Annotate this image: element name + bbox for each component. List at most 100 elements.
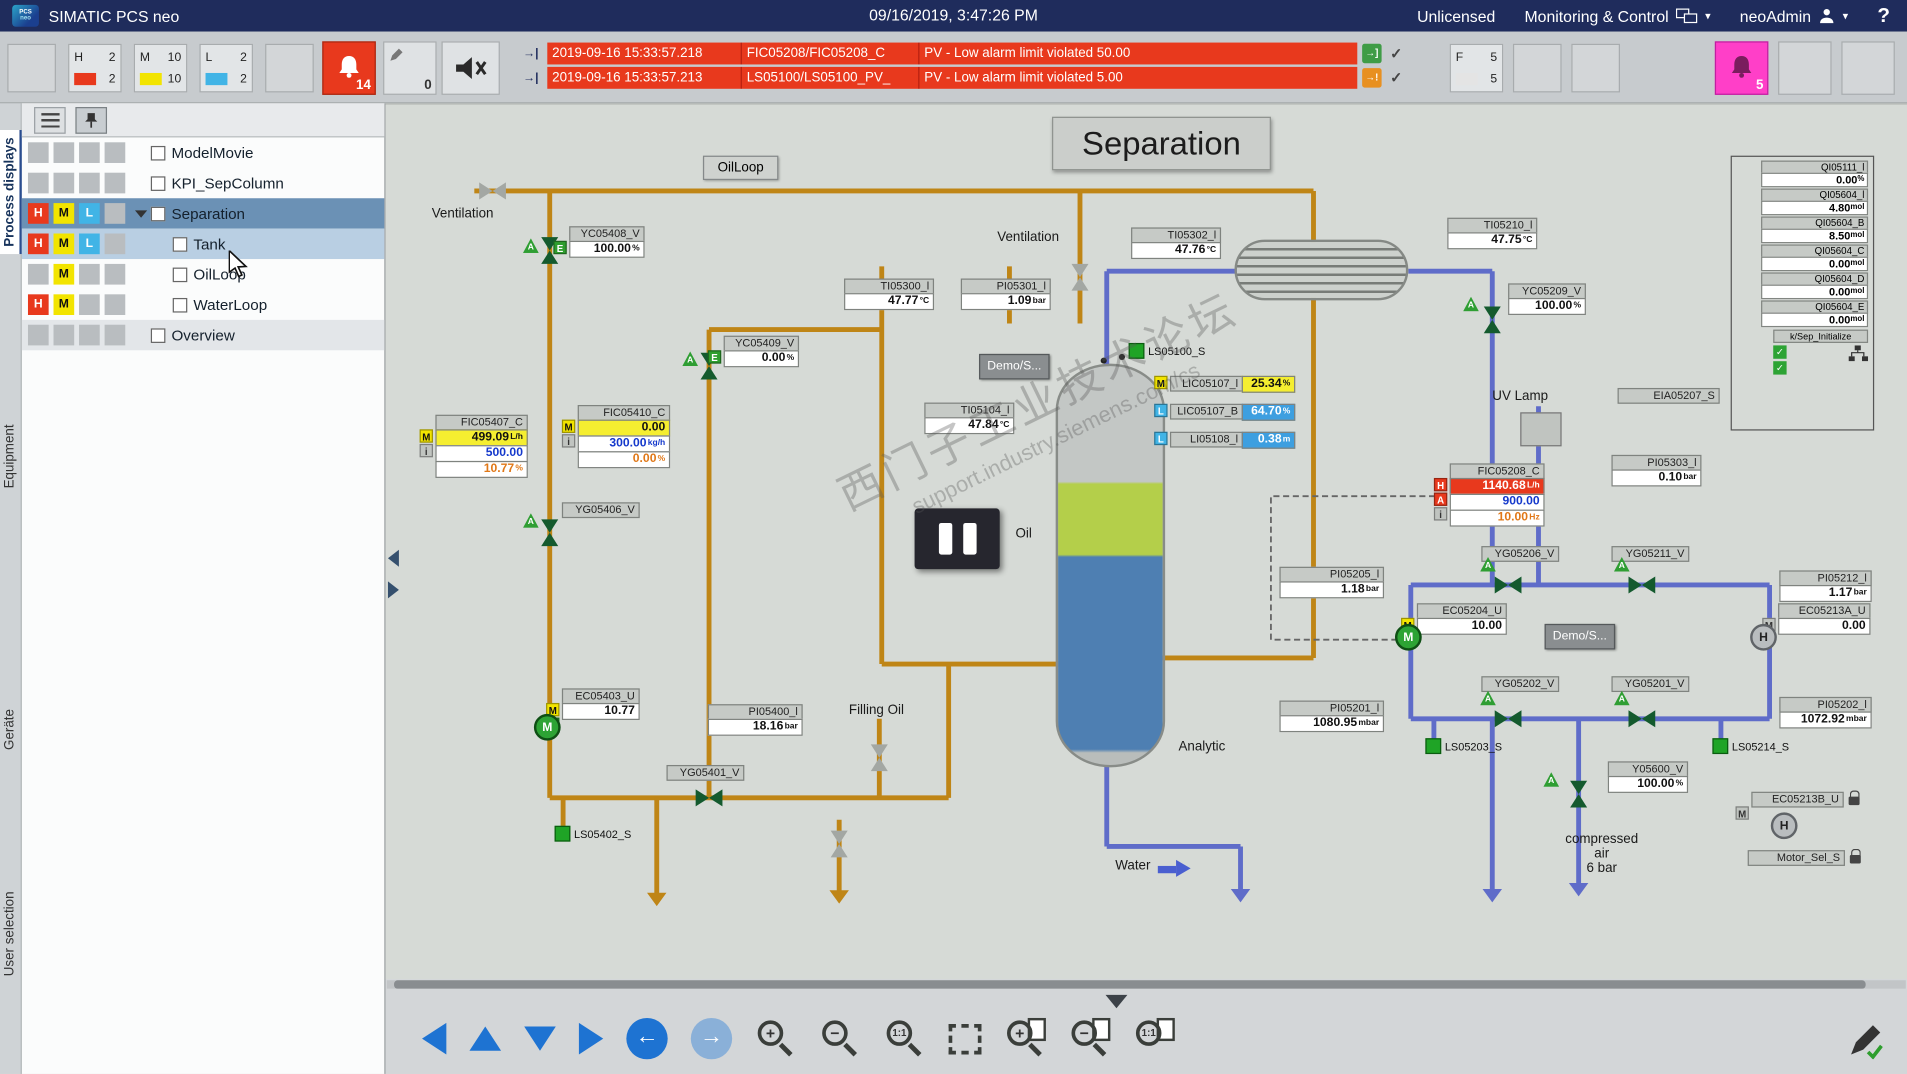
user-menu[interactable]: neoAdmin ▾ bbox=[1740, 7, 1848, 25]
help-button[interactable]: ? bbox=[1877, 4, 1890, 28]
instrument-yc05209_v[interactable]: YC05209_V 100.00% bbox=[1508, 283, 1586, 315]
process-display-canvas[interactable]: Separation OilLoop QI05111_l 0.00% QI05604… bbox=[385, 103, 1907, 980]
instrument-motor_sel_s[interactable]: Motor_Sel_S bbox=[1747, 848, 1861, 866]
separation-column-vessel[interactable] bbox=[1055, 363, 1166, 768]
display-checkbox[interactable] bbox=[150, 145, 166, 160]
instrument-yg05202_v[interactable]: YG05202_V bbox=[1481, 676, 1560, 693]
instrument-ec05213b_u[interactable]: M EC05213B_U bbox=[1735, 790, 1860, 820]
nav-left-button[interactable] bbox=[422, 1022, 447, 1055]
expand-tree-button[interactable] bbox=[387, 581, 399, 599]
zoom-selection-original-button[interactable]: 1:1 bbox=[1133, 1017, 1175, 1059]
mute-alarms-button[interactable] bbox=[441, 41, 500, 95]
tree-item-separation[interactable]: H M L Separation bbox=[21, 198, 385, 229]
valve-y05600[interactable] bbox=[1565, 780, 1592, 808]
valve-yg05401[interactable] bbox=[695, 784, 723, 811]
switch-ls05203_s[interactable]: LS05203_S bbox=[1425, 738, 1502, 755]
instrument-yc05409_v[interactable]: E YC05409_V 0.00% bbox=[707, 335, 800, 368]
pen-check-icon[interactable] bbox=[1846, 1023, 1883, 1066]
valve-yg05202[interactable] bbox=[1494, 705, 1522, 732]
instrument-ec05213a_u[interactable]: MEC05213A_U0.00 bbox=[1762, 603, 1871, 635]
horizontal-scrollbar[interactable] bbox=[386, 980, 1906, 989]
zoom-selection-out-button[interactable]: − bbox=[1069, 1017, 1111, 1059]
alarm-counter-f[interactable]: F55 bbox=[1449, 43, 1504, 93]
instrument-fic05407_c[interactable]: Mi FIC05407_C 499.09L/h 500.00 10.77% bbox=[419, 414, 528, 478]
instrument-pi05205_l[interactable]: PI05205_l 1.18bar bbox=[1279, 566, 1385, 599]
tree-item-tank[interactable]: H M L Tank bbox=[21, 228, 385, 260]
instrument-fic05208_c[interactable]: H Ai FIC05208_C 1140.68L/h 900.00 10.00Hz bbox=[1433, 463, 1545, 527]
valve-yg05406[interactable] bbox=[536, 519, 563, 547]
instrument-ti05210_l[interactable]: TI05210_l 47.75°C bbox=[1447, 217, 1538, 250]
display-checkbox[interactable] bbox=[172, 236, 188, 252]
filling-valve-1[interactable] bbox=[866, 744, 893, 772]
instrument-yc05408_v[interactable]: E YC05408_V 100.00% bbox=[553, 226, 645, 258]
ventilation-valve-1[interactable] bbox=[479, 178, 506, 205]
zoom-selection-in-button[interactable]: + bbox=[1005, 1017, 1046, 1059]
zoom-original-button[interactable]: 1:1 bbox=[884, 1018, 925, 1059]
alarm-row[interactable]: →| 2019-09-16 15:33:57.213 LS05100/LS05100… bbox=[523, 66, 1410, 89]
expander-icon[interactable] bbox=[134, 209, 148, 223]
alarm-counter-h[interactable]: H22 bbox=[68, 43, 122, 93]
pause-button[interactable] bbox=[914, 508, 1000, 570]
instrument-eia05207_s[interactable]: EIA05207_S bbox=[1617, 387, 1720, 404]
instrument-yg05201_v[interactable]: YG05201_V bbox=[1611, 676, 1690, 693]
instrument-fic05410_c[interactable]: Mi FIC05410_C 0.00 300.00kg/h 0.00% bbox=[561, 404, 671, 469]
tree-item-waterloop[interactable]: H M WaterLoop bbox=[22, 289, 384, 319]
pump-ec05213a[interactable]: H bbox=[1750, 623, 1777, 651]
instrument-pi05212_l[interactable]: PI05212_l 1.17bar bbox=[1779, 570, 1872, 603]
sep-initialize-button[interactable]: k/Sep_Initialize bbox=[1773, 329, 1869, 343]
instrument-yg05206_v[interactable]: YG05206_V bbox=[1481, 546, 1560, 562]
tree-item-kpi_sepcolumn[interactable]: KPI_SepColumn bbox=[22, 168, 384, 198]
alarm-row[interactable]: →| 2019-09-16 15:33:57.218 FIC05208/FIC052… bbox=[523, 42, 1410, 65]
alarm-ack-icon[interactable]: ✓ bbox=[1390, 69, 1409, 86]
filling-valve-2[interactable] bbox=[826, 830, 853, 858]
zoom-out-button[interactable]: − bbox=[820, 1018, 861, 1059]
switch-ls05402_s[interactable]: LS05402_S bbox=[554, 825, 631, 842]
tree-item-modelmovie[interactable]: ModelMovie bbox=[22, 137, 384, 167]
display-checkbox[interactable] bbox=[172, 266, 188, 282]
scrollbar-thumb[interactable] bbox=[394, 980, 1866, 989]
instrument-ti05302_l[interactable]: TI05302_l 47.76°C bbox=[1131, 227, 1222, 260]
pin-panel-button[interactable] bbox=[75, 106, 108, 134]
nav-down-button[interactable] bbox=[524, 1026, 556, 1051]
pump-ec05204[interactable]: M bbox=[1394, 623, 1422, 651]
demo-button[interactable]: Demo/S... bbox=[979, 353, 1050, 380]
forward-button[interactable]: → bbox=[690, 1017, 733, 1060]
instrument-ec05204_u[interactable]: MEC05204_U10.00 bbox=[1401, 603, 1507, 635]
instrument-pi05303_l[interactable]: PI05303_l 0.10bar bbox=[1611, 454, 1702, 487]
side-tab-user-selection[interactable]: User selection bbox=[0, 884, 22, 983]
side-tab-geräte[interactable]: Geräte bbox=[0, 702, 22, 758]
instrument-ec05403_u[interactable]: MAEC05403_U10.77 bbox=[546, 688, 640, 731]
ventilation-valve-2[interactable] bbox=[1067, 263, 1094, 291]
instrument-pi05400_l[interactable]: PI05400_l 18.16bar bbox=[707, 704, 803, 736]
nav-right-button[interactable] bbox=[578, 1022, 604, 1055]
display-checkbox[interactable] bbox=[172, 297, 188, 312]
alarm-counter-l[interactable]: L22 bbox=[199, 43, 253, 93]
tree-item-oilloop[interactable]: M OilLoop bbox=[22, 259, 384, 289]
instrument-ti05300_l[interactable]: TI05300_l 47.77°C bbox=[844, 278, 935, 311]
list-view-button[interactable] bbox=[34, 106, 66, 134]
oilloop-navigate-button[interactable]: OilLoop bbox=[702, 155, 779, 180]
alarm-summary-button[interactable]: 14 bbox=[322, 41, 376, 95]
uv-lamp-device[interactable] bbox=[1520, 412, 1562, 447]
display-checkbox[interactable] bbox=[150, 206, 166, 221]
instrument-yg05401_v[interactable]: YG05401_V bbox=[666, 764, 745, 781]
side-tab-process-displays[interactable]: Process displays bbox=[0, 130, 22, 255]
operator-notes-button[interactable]: 0 bbox=[383, 41, 437, 95]
switch-ls05214_s[interactable]: LS05214_S bbox=[1712, 738, 1789, 755]
instrument-pi05201_l[interactable]: PI05201_l 1080.95mbar bbox=[1279, 700, 1385, 733]
display-checkbox[interactable] bbox=[150, 175, 166, 191]
alarm-ack-icon[interactable]: ✓ bbox=[1390, 45, 1409, 62]
pump-ec05403[interactable]: M bbox=[533, 713, 561, 741]
zoom-in-button[interactable]: + bbox=[755, 1018, 796, 1059]
switch-ls05100_s[interactable]: LS05100_S bbox=[1128, 342, 1205, 359]
alarm-counter-m[interactable]: M 10 10 bbox=[133, 43, 188, 93]
alarm-action-icon[interactable]: →] bbox=[1362, 43, 1382, 64]
instrument-lic05107_l[interactable]: M LIC05107_l 25.34% bbox=[1154, 375, 1296, 393]
instrument-ti05104_l[interactable]: TI05104_l 47.84°C bbox=[924, 402, 1015, 435]
valve-yg05206[interactable] bbox=[1494, 572, 1522, 599]
instrument-lic05107_b[interactable]: L LIC05107_B 64.70% bbox=[1154, 403, 1296, 421]
instrument-pi05202_l[interactable]: PI05202_l 1072.92mbar bbox=[1779, 696, 1872, 729]
valve-yg05211[interactable] bbox=[1628, 572, 1656, 599]
demo-button[interactable]: Demo/S... bbox=[1544, 623, 1616, 650]
side-tab-equipment[interactable]: Equipment bbox=[0, 417, 22, 496]
